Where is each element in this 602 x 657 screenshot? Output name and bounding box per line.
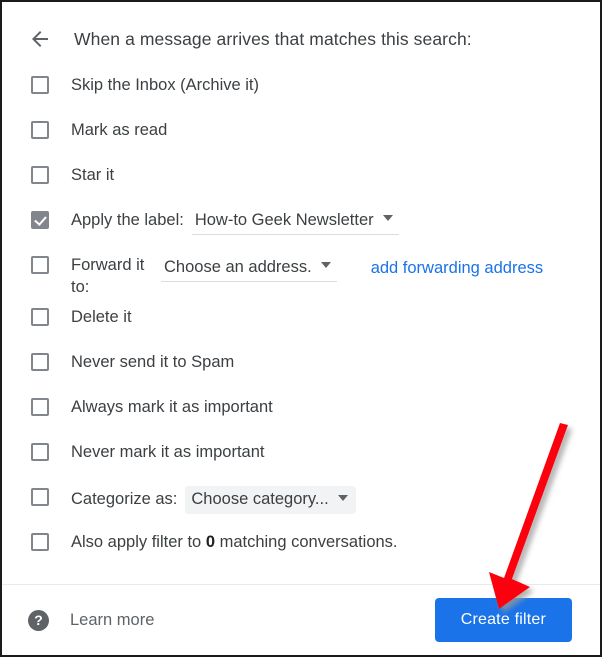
back-arrow-icon[interactable]: [22, 22, 58, 56]
page-title: When a message arrives that matches this…: [74, 28, 472, 49]
option-body-also-apply: Also apply filter to 0 matching conversa…: [71, 531, 398, 553]
category-dropdown-value: Choose category...: [191, 490, 329, 508]
add-forwarding-address-link[interactable]: add forwarding address: [371, 257, 543, 279]
panel-header: When a message arrives that matches this…: [2, 22, 472, 56]
option-row-never-spam: Never send it to Spam: [2, 351, 600, 396]
option-label-skip-inbox: Skip the Inbox (Archive it): [71, 76, 259, 94]
checkbox-always-important[interactable]: [31, 398, 49, 416]
option-row-star-it: Star it: [2, 164, 600, 209]
category-dropdown[interactable]: Choose category...: [185, 486, 356, 514]
checkbox-delete-it[interactable]: [31, 308, 49, 326]
checkbox-mark-as-read[interactable]: [31, 121, 49, 139]
option-row-delete-it: Delete it: [2, 306, 600, 351]
checkbox-apply-label[interactable]: [31, 211, 49, 229]
help-circle-icon: ?: [28, 609, 49, 631]
option-label-mark-as-read: Mark as read: [71, 121, 168, 139]
checkbox-never-spam[interactable]: [31, 353, 49, 371]
option-body-skip-inbox: Skip the Inbox (Archive it): [71, 74, 259, 96]
also-apply-text-post: matching conversations.: [215, 533, 398, 551]
filter-options-list: Skip the Inbox (Archive it) Mark as read…: [2, 74, 600, 576]
option-row-apply-label: Apply the label: How-to Geek Newsletter: [2, 209, 600, 254]
chevron-down-icon: [382, 215, 393, 221]
chevron-down-icon: [337, 494, 348, 501]
option-row-skip-inbox: Skip the Inbox (Archive it): [2, 74, 600, 119]
option-label-forward-it: Forward it to:: [71, 256, 145, 296]
option-body-never-important: Never mark it as important: [71, 441, 264, 463]
option-row-also-apply: Also apply filter to 0 matching conversa…: [2, 531, 600, 576]
also-apply-text-pre: Also apply filter to: [71, 533, 206, 551]
option-row-never-important: Never mark it as important: [2, 441, 600, 486]
checkbox-skip-inbox[interactable]: [31, 76, 49, 94]
checkbox-categorize-as[interactable]: [31, 488, 49, 506]
option-label-never-spam: Never send it to Spam: [71, 353, 235, 371]
filter-settings-window: When a message arrives that matches this…: [0, 0, 602, 657]
forwarding-address-value: Choose an address.: [164, 258, 312, 276]
filter-panel: When a message arrives that matches this…: [2, 2, 600, 655]
checkbox-forward-it[interactable]: [31, 256, 49, 274]
checkbox-also-apply[interactable]: [31, 533, 49, 551]
learn-more-link[interactable]: ? Learn more: [28, 609, 155, 631]
checkbox-star-it[interactable]: [31, 166, 49, 184]
chevron-down-icon: [320, 262, 331, 268]
create-filter-button[interactable]: Create filter: [434, 598, 572, 642]
option-body-never-spam: Never send it to Spam: [71, 351, 234, 373]
option-body-categorize-as: Categorize as: Choose category...: [71, 486, 356, 514]
option-body-apply-label: Apply the label: How-to Geek Newsletter: [71, 209, 399, 235]
option-body-star-it: Star it: [71, 164, 114, 186]
option-label-always-important: Always mark it as important: [71, 398, 273, 416]
label-dropdown[interactable]: How-to Geek Newsletter: [191, 209, 399, 235]
option-body-mark-as-read: Mark as read: [71, 119, 167, 141]
option-body-forward-it: Forward it to: Choose an address. add fo…: [71, 254, 543, 298]
checkbox-never-important[interactable]: [31, 443, 49, 461]
option-row-mark-as-read: Mark as read: [2, 119, 600, 164]
label-dropdown-value: How-to Geek Newsletter: [194, 211, 374, 229]
matching-conversations-count: 0: [205, 533, 215, 551]
option-row-categorize-as: Categorize as: Choose category...: [2, 486, 600, 531]
option-label-apply-label: Apply the label:: [71, 211, 184, 229]
option-body-delete-it: Delete it: [71, 306, 132, 328]
option-row-forward-it: Forward it to: Choose an address. add fo…: [2, 254, 600, 306]
option-label-never-important: Never mark it as important: [71, 443, 265, 461]
learn-more-label: Learn more: [70, 610, 155, 629]
option-label-delete-it: Delete it: [71, 308, 132, 326]
option-label-categorize-as: Categorize as:: [71, 490, 178, 508]
option-body-always-important: Always mark it as important: [71, 396, 273, 418]
option-row-always-important: Always mark it as important: [2, 396, 600, 441]
panel-footer: ? Learn more Create filter: [2, 584, 600, 655]
option-label-star-it: Star it: [71, 166, 115, 184]
forwarding-address-dropdown[interactable]: Choose an address.: [161, 256, 337, 282]
option-label-also-apply: Also apply filter to 0 matching conversa…: [71, 531, 398, 553]
